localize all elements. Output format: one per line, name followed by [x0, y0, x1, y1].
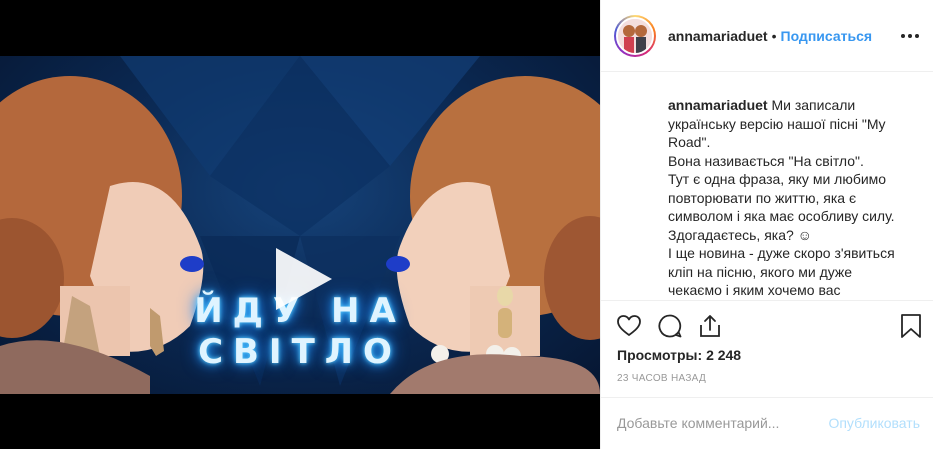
caption-username[interactable]: annamariaduet [668, 97, 768, 113]
caption: annamariaduet Ми записали українську вер… [601, 72, 933, 300]
caption-line: символом і яка має особливу силу. [668, 208, 895, 224]
comment-input[interactable] [617, 412, 817, 434]
publish-button[interactable]: Опубликовать [828, 415, 920, 431]
media-container: ЙДУ НА СВІТЛО [0, 0, 600, 449]
avatar[interactable] [614, 14, 656, 57]
bookmark-icon[interactable] [898, 313, 924, 339]
caption-line: Тут є одна фраза, яку ми любимо [668, 171, 887, 187]
heart-icon[interactable] [616, 313, 642, 339]
follow-button[interactable]: Подписаться [781, 28, 873, 44]
views-number: 2 248 [706, 347, 742, 363]
share-icon[interactable] [697, 313, 723, 339]
caption-line: українську версію нашої пісні "My [668, 115, 886, 132]
caption-line: кліп на пісню, якого ми дуже [668, 263, 853, 280]
header-username[interactable]: annamariaduet [668, 28, 768, 44]
views-count[interactable]: Просмотры: 2 248 [617, 347, 741, 363]
post-side-panel: annamariaduet • Подписаться annamariadue… [600, 0, 933, 449]
caption-line: повторювати по життю, яка є [668, 189, 857, 206]
caption-line: Вона називається "На світло". [668, 152, 864, 169]
more-options-icon[interactable] [900, 26, 920, 46]
caption-line: annamariaduet Ми записали [668, 96, 918, 115]
caption-line: Road". [668, 134, 711, 150]
caption-line: І ще новина - дуже скоро з'явиться [668, 245, 895, 261]
header-separator: • [771, 27, 777, 44]
caption-text: Ми записали [771, 97, 856, 113]
video-player[interactable]: ЙДУ НА СВІТЛО [0, 56, 600, 394]
caption-line: чекаємо і яким хочемо вас [668, 282, 841, 298]
action-bar [601, 300, 933, 350]
video-title-line-2: СВІТЛО [198, 332, 402, 372]
comment-icon[interactable] [657, 313, 683, 339]
caption-line: Здогадаєтесь, яка? ☺ [668, 226, 812, 243]
post-header: annamariaduet • Подписаться [601, 0, 933, 72]
views-label: Просмотры: [617, 347, 703, 363]
play-icon[interactable] [270, 246, 336, 312]
comment-form: Опубликовать [601, 397, 933, 449]
avatar-image [616, 16, 654, 55]
post-timestamp[interactable]: 23 ЧАСОВ НАЗАД [617, 373, 706, 384]
